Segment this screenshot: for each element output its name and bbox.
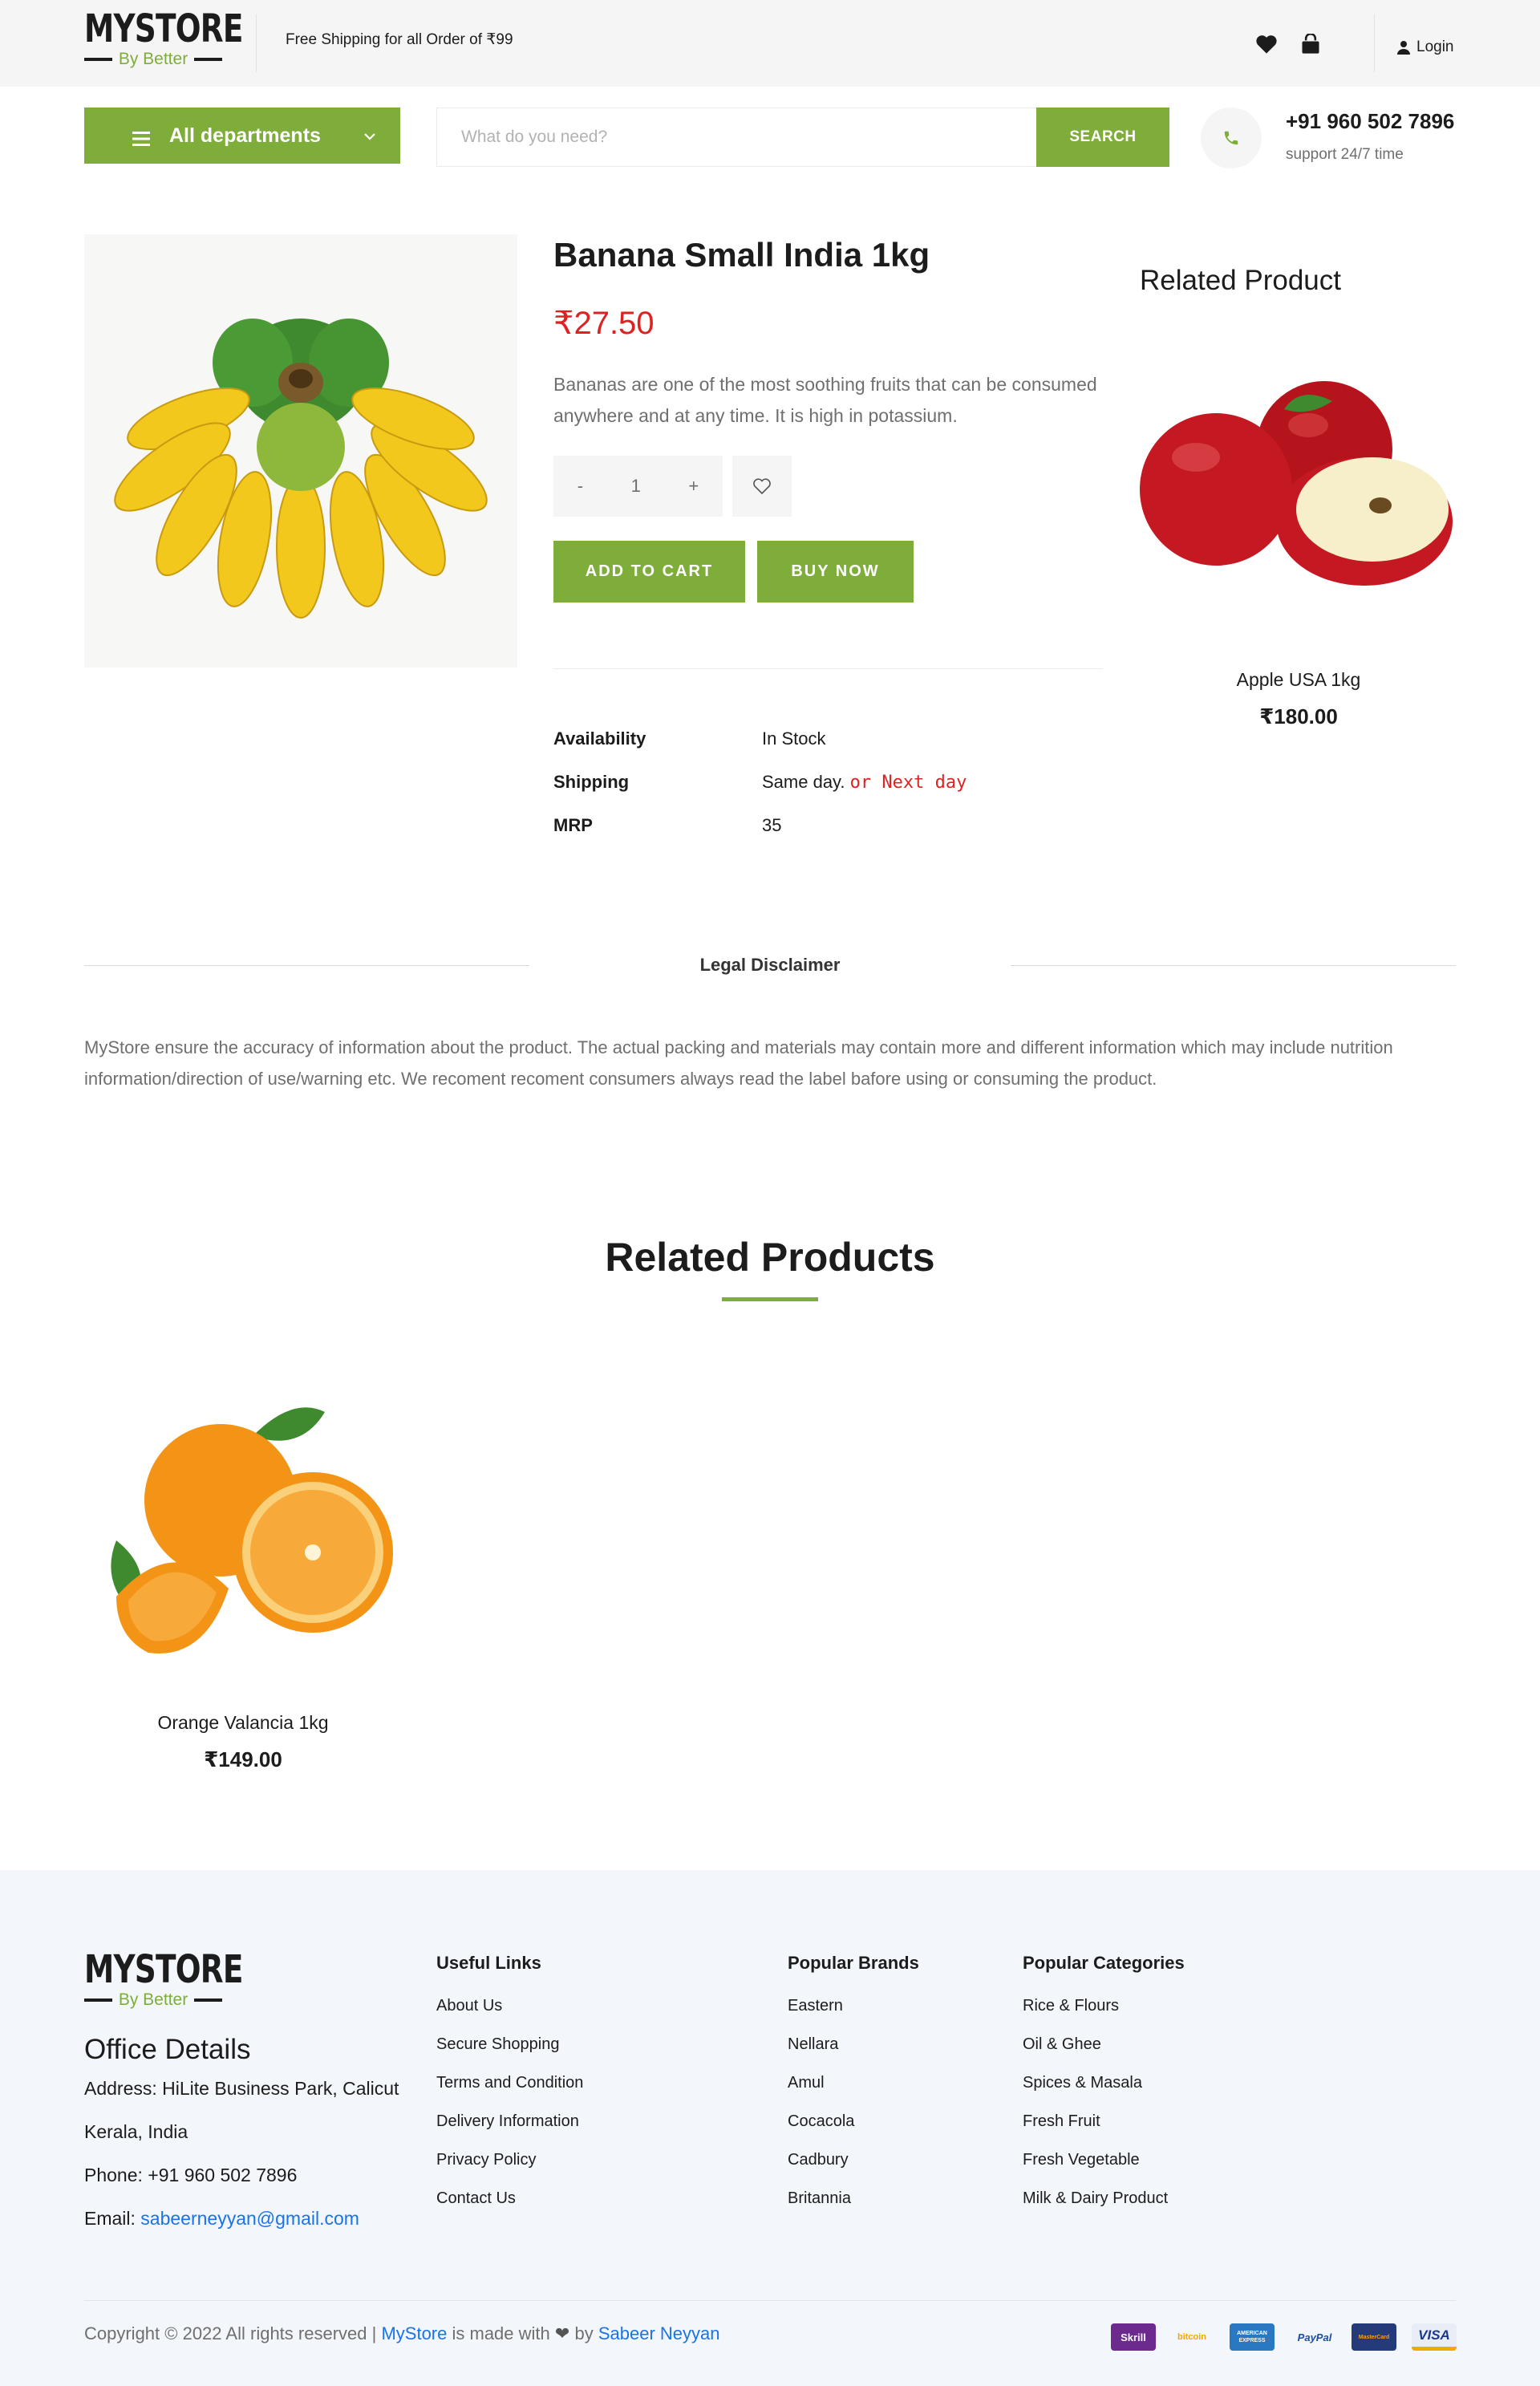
spec-label-availability: Availability [553, 728, 646, 749]
shipping-note: Free Shipping for all Order of ₹99 [286, 31, 513, 48]
product-price: ₹27.50 [553, 306, 654, 341]
logo-tagline: By Better [118, 1990, 188, 2009]
store-link[interactable]: MyStore [381, 2323, 447, 2343]
logo-wordmark: MYSTORE [84, 1947, 243, 1992]
decrement-button[interactable]: - [578, 476, 583, 497]
department-label: All departments [169, 124, 321, 147]
brand-link-eastern[interactable]: Eastern [788, 1997, 843, 2015]
heart-outline-icon [753, 478, 771, 495]
related-products-title: Related Products [605, 1235, 935, 1280]
paypal-payment-icon: PayPal [1297, 2331, 1332, 2343]
top-bar: MYSTORE By Better Free Shipping for all … [0, 0, 1540, 87]
copyright-text: Copyright © 2022 All rights reserved | M… [84, 2323, 720, 2343]
footer-link-privacy[interactable]: Privacy Policy [436, 2151, 536, 2169]
useful-links-title: Useful Links [436, 1953, 541, 1973]
bitcoin-payment-icon: bitcoin [1177, 2332, 1207, 2342]
spec-value-mrp: 35 [762, 815, 782, 835]
disclaimer-text: MyStore ensure the accuracy of informati… [84, 1037, 1393, 1089]
spec-value-shipping: Same day. or Next day [762, 772, 967, 793]
search-form: SEARCH [436, 108, 1169, 167]
office-title: Office Details [84, 2034, 251, 2065]
related-product-price: ₹149.00 [204, 1747, 282, 1771]
visa-payment-icon: VISA [1412, 2323, 1457, 2351]
quantity-value[interactable]: 1 [631, 476, 641, 497]
login-label: Login [1416, 39, 1454, 55]
office-region: Kerala, India [84, 2121, 188, 2142]
spec-label-shipping: Shipping [553, 772, 630, 792]
divider [256, 14, 257, 72]
footer-link-secure-shopping[interactable]: Secure Shopping [436, 2035, 559, 2054]
brand-link-nellara[interactable]: Nellara [788, 2035, 838, 2054]
brand-link-britannia[interactable]: Britannia [788, 2189, 851, 2208]
heart-icon: ❤ [554, 2323, 570, 2343]
divider [84, 2300, 1456, 2301]
login-link[interactable]: Login [1397, 39, 1454, 56]
category-link-oil[interactable]: Oil & Ghee [1023, 2035, 1101, 2054]
category-link-spices[interactable]: Spices & Masala [1023, 2074, 1142, 2092]
buy-now-button[interactable]: BUY NOW [757, 541, 914, 603]
title-underline [722, 1297, 818, 1301]
skrill-payment-icon: Skrill [1111, 2323, 1156, 2351]
product-image-orange[interactable] [84, 1380, 402, 1693]
divider [553, 668, 1103, 669]
wishlist-button[interactable] [732, 456, 792, 517]
footer-link-terms[interactable]: Terms and Condition [436, 2074, 583, 2092]
side-related-title: Related Product [1140, 265, 1341, 296]
spec-value-availability: In Stock [762, 728, 826, 749]
side-related-price: ₹180.00 [1259, 704, 1338, 728]
user-icon [1397, 41, 1410, 55]
site-logo[interactable]: MYSTORE By Better [84, 6, 243, 72]
brand-link-cadbury[interactable]: Cadbury [788, 2151, 849, 2169]
shopping-bag-icon[interactable] [1299, 32, 1322, 55]
category-link-fruit[interactable]: Fresh Fruit [1023, 2112, 1100, 2131]
logo-tagline: By Better [118, 50, 188, 68]
phone-number: +91 960 502 7896 [1286, 109, 1455, 133]
all-departments-button[interactable]: All departments [84, 108, 400, 164]
quantity-stepper: - 1 + [553, 456, 723, 517]
product-title: Banana Small India 1kg [553, 236, 930, 274]
mastercard-payment-icon: MasterCard [1352, 2323, 1396, 2351]
footer-link-delivery[interactable]: Delivery Information [436, 2112, 579, 2131]
popular-brands-title: Popular Brands [788, 1953, 919, 1973]
add-to-cart-button[interactable]: ADD TO CART [553, 541, 745, 603]
product-image-banana [84, 234, 517, 668]
spec-label-mrp: MRP [553, 815, 593, 835]
footer-logo[interactable]: MYSTORE By Better [84, 1947, 243, 2013]
office-address: Address: HiLite Business Park, Calicut [84, 2078, 399, 2099]
logo-wordmark: MYSTORE [84, 6, 243, 51]
search-button[interactable]: SEARCH [1036, 108, 1169, 167]
divider [1011, 965, 1456, 966]
divider [1374, 14, 1375, 72]
shipping-alt: or Next day [849, 773, 967, 793]
footer-link-contact[interactable]: Contact Us [436, 2189, 516, 2208]
category-link-vegetable[interactable]: Fresh Vegetable [1023, 2151, 1140, 2169]
product-description: Bananas are one of the most soothing fru… [553, 374, 1097, 426]
category-link-dairy[interactable]: Milk & Dairy Product [1023, 2189, 1168, 2208]
product-image-apple[interactable] [1140, 361, 1457, 610]
search-input[interactable] [437, 108, 1039, 166]
side-related-name[interactable]: Apple USA 1kg [1140, 669, 1457, 691]
brand-link-cocacola[interactable]: Cocacola [788, 2112, 854, 2131]
related-product-name[interactable]: Orange Valancia 1kg [84, 1712, 402, 1734]
email-link[interactable]: sabeerneyyan@gmail.com [140, 2208, 359, 2229]
phone-icon [1201, 108, 1262, 168]
office-email: Email: sabeerneyyan@gmail.com [84, 2208, 359, 2229]
amex-payment-icon: AMERICAN EXPRESS [1230, 2323, 1275, 2351]
increment-button[interactable]: + [688, 476, 699, 497]
hamburger-icon [132, 128, 150, 152]
footer: MYSTORE By Better Office Details Address… [0, 1870, 1540, 2386]
divider [84, 965, 529, 966]
office-phone: Phone: +91 960 502 7896 [84, 2165, 298, 2185]
disclaimer-title[interactable]: Legal Disclaimer [529, 955, 1011, 976]
popular-categories-title: Popular Categories [1023, 1953, 1185, 1973]
brand-link-amul[interactable]: Amul [788, 2074, 825, 2092]
heart-icon[interactable] [1255, 34, 1278, 55]
footer-link-about-us[interactable]: About Us [436, 1997, 502, 2015]
support-text: support 24/7 time [1286, 146, 1404, 163]
chevron-down-icon [363, 125, 376, 146]
author-link[interactable]: Sabeer Neyyan [598, 2323, 720, 2343]
category-link-rice[interactable]: Rice & Flours [1023, 1997, 1119, 2015]
